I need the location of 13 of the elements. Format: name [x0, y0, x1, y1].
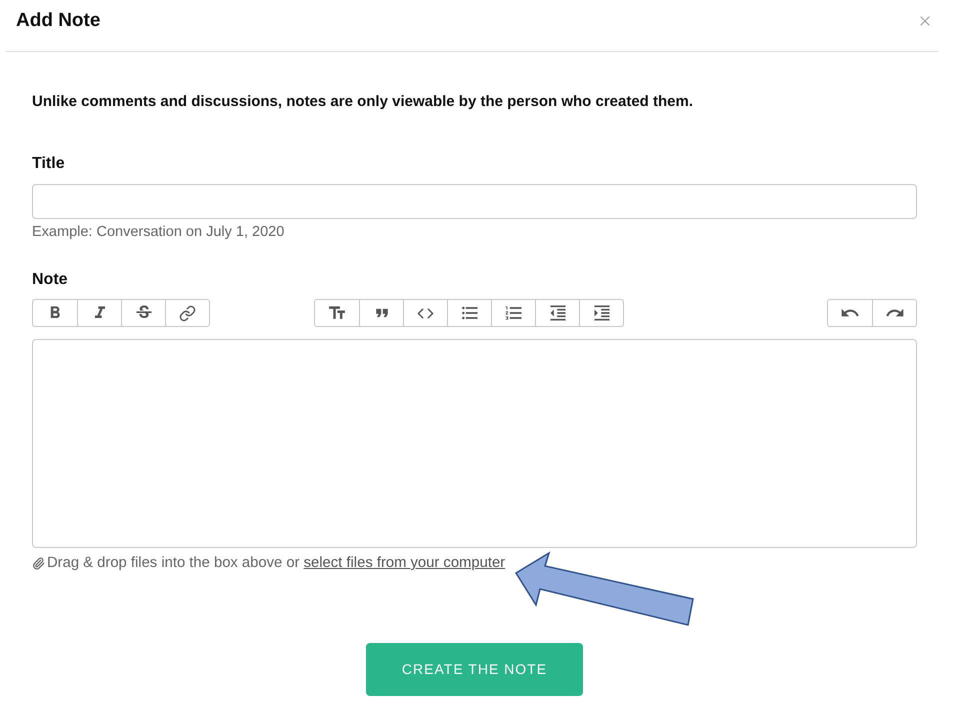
note-editor-field[interactable]: [32, 339, 917, 548]
attachment-hint: Drag & drop files into the box above or select files from your computer: [47, 554, 506, 572]
hint-text: Example: Conversation on July 1, 2020: [32, 223, 284, 241]
title-input[interactable]: [32, 184, 917, 219]
indent-icon: [592, 303, 612, 323]
paperclip-icon: [32, 556, 45, 570]
link-icon: [179, 304, 196, 322]
notice-text: Unlike comments and discussions, notes are only viewable by the person who created them.: [32, 92, 694, 112]
field-label: Note: [32, 270, 68, 290]
outdent-icon: [548, 303, 568, 323]
field-label: Title: [32, 154, 65, 174]
dialog-title: Add Note: [16, 9, 100, 33]
file-select-link[interactable]: select files from your computer: [304, 555, 506, 571]
